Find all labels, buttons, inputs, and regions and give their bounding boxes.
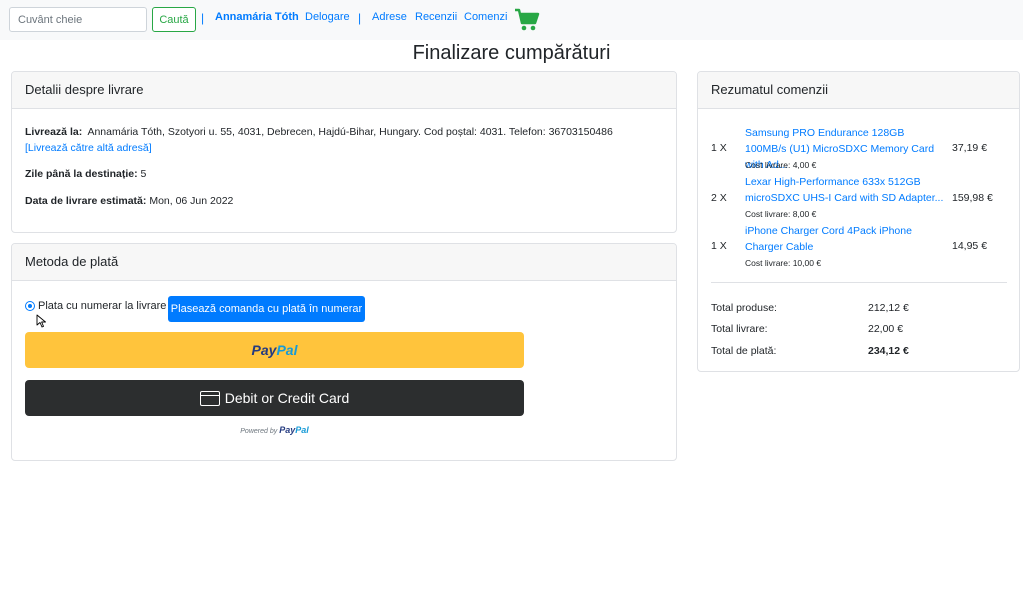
order-summary-card: Rezumatul comenzii 1 X Samsung PRO Endur… [697,71,1020,372]
summary-divider [711,282,1007,283]
paypal-logo-part1: Pay [251,342,277,358]
days-value: 5 [140,168,147,180]
nav-separator: | [358,11,362,25]
cash-option-label: Plata cu numerar la livrare [38,300,167,312]
page-title: Finalizare cumpărături [412,42,611,64]
item-price: 37,19 € [952,142,988,154]
ship-to-line: Livrează la: Annamária Tóth, Szotyori u.… [25,124,655,156]
search-button[interactable]: Caută [152,7,196,32]
nav-separator: | [201,11,205,25]
nav-addresses-link[interactable]: Adrese [372,11,407,23]
card-button-label: Debit or Credit Card [224,390,350,406]
debit-credit-card-button[interactable]: Debit or Credit Card [25,380,524,416]
days-label: Zile până la destinație: [25,168,138,180]
nav-reviews-link[interactable]: Recenzii [415,11,457,23]
credit-card-icon [199,390,220,406]
search-input[interactable] [9,7,147,32]
grand-total-label: Total de plată: [711,345,777,357]
total-shipping-value: 22,00 € [868,323,904,335]
total-products-value: 212,12 € [868,302,909,314]
place-cash-order-button[interactable]: Plasează comanda cu plată în numerar [168,296,365,322]
grand-total-value: 234,12 € [868,345,909,357]
item-quantity: 2 X [711,192,727,204]
nav-orders-link[interactable]: Comenzi [464,11,507,23]
top-navbar: Caută | Annamária Tóth Delogare | Adrese… [0,0,1023,40]
delivery-details-card: Detalii despre livrare Livrează la: Anna… [11,71,677,233]
payment-method-card: Metoda de plată Plata cu numerar la livr… [11,243,677,461]
payment-card-header: Metoda de plată [12,244,676,281]
powered-by-text: Powered by [240,428,278,435]
total-shipping-label: Total livrare: [711,323,768,335]
summary-card-header: Rezumatul comenzii [698,72,1019,109]
item-price: 159,98 € [952,192,993,204]
days-to-destination: Zile până la destinație: 5 [25,166,146,182]
item-shipping-cost: Cost livrare: 10,00 € [745,258,822,268]
estimated-label: Data de livrare estimată: [25,195,147,207]
total-products-label: Total produse: [711,302,777,314]
change-address-link[interactable]: [Livrează către altă adresă] [25,142,152,154]
powered-paypal-part2: Pal [295,425,309,435]
item-name-link[interactable]: Lexar High-Performance 633x 512GB microS… [745,174,945,206]
cash-radio-button[interactable] [25,301,35,311]
estimated-delivery-date: Data de livrare estimată: Mon, 06 Jun 20… [25,193,233,209]
item-price: 14,95 € [952,240,988,252]
paypal-logo-part2: Pal [276,342,298,358]
item-name-link[interactable]: iPhone Charger Cord 4Pack iPhone Charger… [745,223,945,255]
item-quantity: 1 X [711,142,727,154]
ship-to-address: Annamária Tóth, Szotyori u. 55, 4031, De… [87,126,613,138]
nav-user-name[interactable]: Annamária Tóth [215,11,299,23]
ship-to-label: Livrează la: [25,126,83,138]
item-quantity: 1 X [711,240,727,252]
nav-logout-link[interactable]: Delogare [305,11,350,23]
delivery-card-header: Detalii despre livrare [12,72,676,109]
powered-by-paypal: Powered by PayPal [25,425,524,435]
estimated-value: Mon, 06 Jun 2022 [149,195,234,207]
mouse-cursor-icon [36,314,46,328]
shopping-cart-icon[interactable] [514,8,540,32]
cash-on-delivery-option[interactable]: Plata cu numerar la livrare [25,300,166,312]
powered-paypal-part1: Pay [279,425,296,435]
paypal-button[interactable]: Pay Pal [25,332,524,368]
item-shipping-cost: Cost livrare: 4,00 € [745,160,817,170]
item-shipping-cost: Cost livrare: 8,00 € [745,209,817,219]
